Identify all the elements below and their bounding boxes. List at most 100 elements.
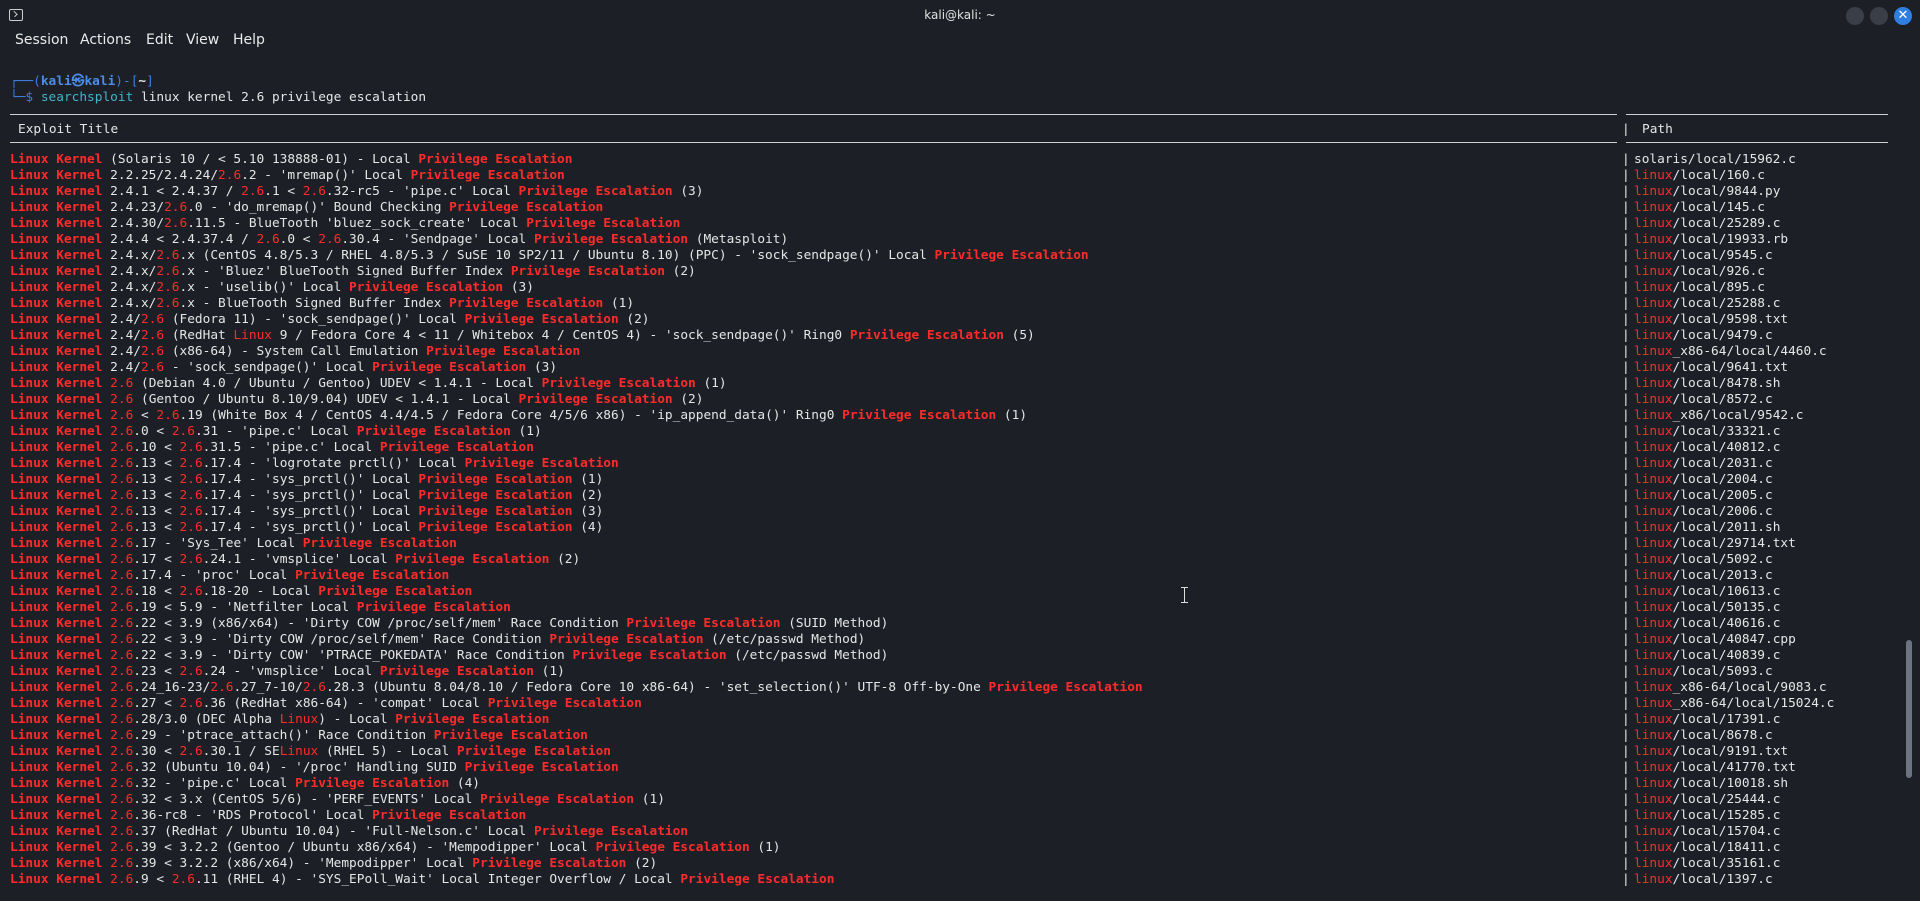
column-separator: | (1622, 712, 1630, 727)
table-row: Linux Kernel 2.6 (Gentoo / Ubuntu 8.10/9… (10, 392, 1890, 408)
table-row: Linux Kernel 2.6.29 - 'ptrace_attach()' … (10, 728, 1890, 744)
table-row: Linux Kernel 2.4/2.6 - 'sock_sendpage()'… (10, 360, 1890, 376)
column-separator: | (1622, 840, 1630, 855)
exploit-title: Linux Kernel 2.6.39 < 3.2.2 (Gentoo / Ub… (10, 840, 781, 855)
results-table: Linux Kernel (Solaris 10 / < 5.10 138888… (10, 152, 1890, 888)
title-bar: kali@kali: ~ ✕ (0, 0, 1920, 32)
exploit-title: Linux Kernel 2.4.4 < 2.4.37.4 / 2.6.0 < … (10, 232, 789, 247)
exploit-path: linux/local/40812.c (1634, 440, 1781, 455)
text-cursor-icon (1181, 587, 1188, 603)
terminal-output[interactable]: ┌──(kali㉿kali)-[~] └─$ searchsploit linu… (0, 52, 1904, 901)
exploit-title: Linux Kernel 2.4/2.6 (x86-64) - System C… (10, 344, 581, 359)
exploit-path: linux/local/10613.c (1634, 584, 1781, 599)
table-row: Linux Kernel (Solaris 10 / < 5.10 138888… (10, 152, 1890, 168)
exploit-path: linux/local/35161.c (1634, 856, 1781, 871)
menu-view[interactable]: View (186, 32, 219, 48)
table-row: Linux Kernel 2.6.13 < 2.6.17.4 - 'sys_pr… (10, 472, 1890, 488)
prompt-dir: ~ (138, 74, 147, 89)
table-row: Linux Kernel 2.6.13 < 2.6.17.4 - 'logrot… (10, 456, 1890, 472)
exploit-path: linux/local/19933.rb (1634, 232, 1789, 247)
exploit-title: Linux Kernel 2.6.17 < 2.6.24.1 - 'vmspli… (10, 552, 581, 567)
column-separator: | (1622, 600, 1630, 615)
table-row: Linux Kernel 2.6.22 < 3.9 - 'Dirty COW /… (10, 632, 1890, 648)
table-row: Linux Kernel 2.6.39 < 3.2.2 (Gentoo / Ub… (10, 840, 1890, 856)
column-separator: | (1622, 664, 1630, 679)
menu-edit[interactable]: Edit (146, 32, 173, 48)
column-separator: | (1622, 520, 1630, 535)
table-row: Linux Kernel 2.4/2.6 (RedHat Linux 9 / F… (10, 328, 1890, 344)
table-row: Linux Kernel 2.6.28/3.0 (DEC Alpha Linux… (10, 712, 1890, 728)
column-header-path: Path (1642, 122, 1673, 137)
table-row: Linux Kernel 2.6.39 < 3.2.2 (x86/x64) - … (10, 856, 1890, 872)
column-separator: | (1622, 680, 1630, 695)
menu-help[interactable]: Help (233, 32, 265, 48)
exploit-title: Linux Kernel 2.6.13 < 2.6.17.4 - 'sys_pr… (10, 504, 604, 519)
column-separator: | (1622, 536, 1630, 551)
table-row: Linux Kernel 2.6.9 < 2.6.11 (RHEL 4) - '… (10, 872, 1890, 888)
menu-session[interactable]: Session (15, 32, 68, 48)
exploit-path: linux/local/2031.c (1634, 456, 1773, 471)
table-row: Linux Kernel 2.6.32 < 3.x (CentOS 5/6) -… (10, 792, 1890, 808)
exploit-title: Linux Kernel 2.6.17 - 'Sys_Tee' Local Pr… (10, 536, 457, 551)
exploit-path: linux/local/160.c (1634, 168, 1765, 183)
column-separator: | (1622, 648, 1630, 663)
table-row: Linux Kernel 2.6.17.4 - 'proc' Local Pri… (10, 568, 1890, 584)
column-separator: | (1622, 280, 1630, 295)
column-separator: | (1622, 216, 1630, 231)
table-row: Linux Kernel 2.4.1 < 2.4.37 / 2.6.1 < 2.… (10, 184, 1890, 200)
exploit-title: Linux Kernel (Solaris 10 / < 5.10 138888… (10, 152, 573, 167)
exploit-path: linux/local/17391.c (1634, 712, 1781, 727)
exploit-path: solaris/local/15962.c (1634, 152, 1796, 167)
menu-actions[interactable]: Actions (80, 32, 131, 48)
table-row: Linux Kernel 2.6.17 < 2.6.24.1 - 'vmspli… (10, 552, 1890, 568)
table-row: Linux Kernel 2.4.x/2.6.x - 'uselib()' Lo… (10, 280, 1890, 296)
column-separator: | (1622, 488, 1630, 503)
exploit-title: Linux Kernel 2.6.19 < 5.9 - 'Netfilter L… (10, 600, 511, 615)
table-row: Linux Kernel 2.6.10 < 2.6.31.5 - 'pipe.c… (10, 440, 1890, 456)
scrollbar-thumb[interactable] (1906, 640, 1912, 778)
table-row: Linux Kernel 2.6.37 (RedHat / Ubuntu 10.… (10, 824, 1890, 840)
exploit-path: linux/local/9641.txt (1634, 360, 1789, 375)
column-separator: | (1622, 392, 1630, 407)
exploit-title: Linux Kernel 2.6.27 < 2.6.36 (RedHat x86… (10, 696, 642, 711)
exploit-title: Linux Kernel 2.6.13 < 2.6.17.4 - 'sys_pr… (10, 488, 604, 503)
close-button[interactable]: ✕ (1894, 7, 1912, 25)
table-row: Linux Kernel 2.2.25/2.4.24/2.6.2 - 'mrem… (10, 168, 1890, 184)
table-row: Linux Kernel 2.6.18 < 2.6.18-20 - Local … (10, 584, 1890, 600)
exploit-title: Linux Kernel 2.4.x/2.6.x (CentOS 4.8/5.3… (10, 248, 1089, 263)
column-separator: | (1622, 152, 1630, 167)
minimize-button[interactable] (1846, 7, 1864, 25)
exploit-title: Linux Kernel 2.6.22 < 3.9 (x86/x64) - 'D… (10, 616, 889, 631)
header-rule-top-right (1626, 114, 1888, 115)
exploit-title: Linux Kernel 2.6.36-rc8 - 'RDS Protocol'… (10, 808, 527, 823)
column-separator: | (1622, 184, 1630, 199)
exploit-path: linux_x86/local/9542.c (1634, 408, 1804, 423)
column-separator: | (1622, 568, 1630, 583)
exploit-title: Linux Kernel 2.2.25/2.4.24/2.6.2 - 'mrem… (10, 168, 565, 183)
table-row: Linux Kernel 2.6.24_16-23/2.6.27_7-10/2.… (10, 680, 1890, 696)
exploit-path: linux/local/40839.c (1634, 648, 1781, 663)
column-separator: | (1622, 264, 1630, 279)
table-row: Linux Kernel 2.6.23 < 2.6.24 - 'vmsplice… (10, 664, 1890, 680)
command-line: └─$ searchsploit linux kernel 2.6 privil… (10, 90, 427, 105)
column-separator: | (1622, 792, 1630, 807)
table-row: Linux Kernel 2.4.4 < 2.4.37.4 / 2.6.0 < … (10, 232, 1890, 248)
prompt-host: kali (84, 74, 116, 89)
exploit-title: Linux Kernel 2.6.18 < 2.6.18-20 - Local … (10, 584, 473, 599)
column-separator: | (1622, 472, 1630, 487)
exploit-title: Linux Kernel 2.6.23 < 2.6.24 - 'vmsplice… (10, 664, 565, 679)
exploit-path: linux/local/40847.cpp (1634, 632, 1796, 647)
exploit-path: linux/local/41770.txt (1634, 760, 1796, 775)
exploit-path: linux/local/2005.c (1634, 488, 1773, 503)
column-separator: | (1622, 344, 1630, 359)
table-row: Linux Kernel 2.6.27 < 2.6.36 (RedHat x86… (10, 696, 1890, 712)
exploit-path: linux/local/2013.c (1634, 568, 1773, 583)
exploit-path: linux/local/9191.txt (1634, 744, 1789, 759)
column-separator: | (1622, 296, 1630, 311)
table-row: Linux Kernel 2.4.x/2.6.x - BlueTooth Sig… (10, 296, 1890, 312)
table-row: Linux Kernel 2.6.32 - 'pipe.c' Local Pri… (10, 776, 1890, 792)
table-row: Linux Kernel 2.4/2.6 (Fedora 11) - 'sock… (10, 312, 1890, 328)
maximize-button[interactable] (1870, 7, 1888, 25)
table-row: Linux Kernel 2.6.19 < 5.9 - 'Netfilter L… (10, 600, 1890, 616)
exploit-path: linux/local/9545.c (1634, 248, 1773, 263)
